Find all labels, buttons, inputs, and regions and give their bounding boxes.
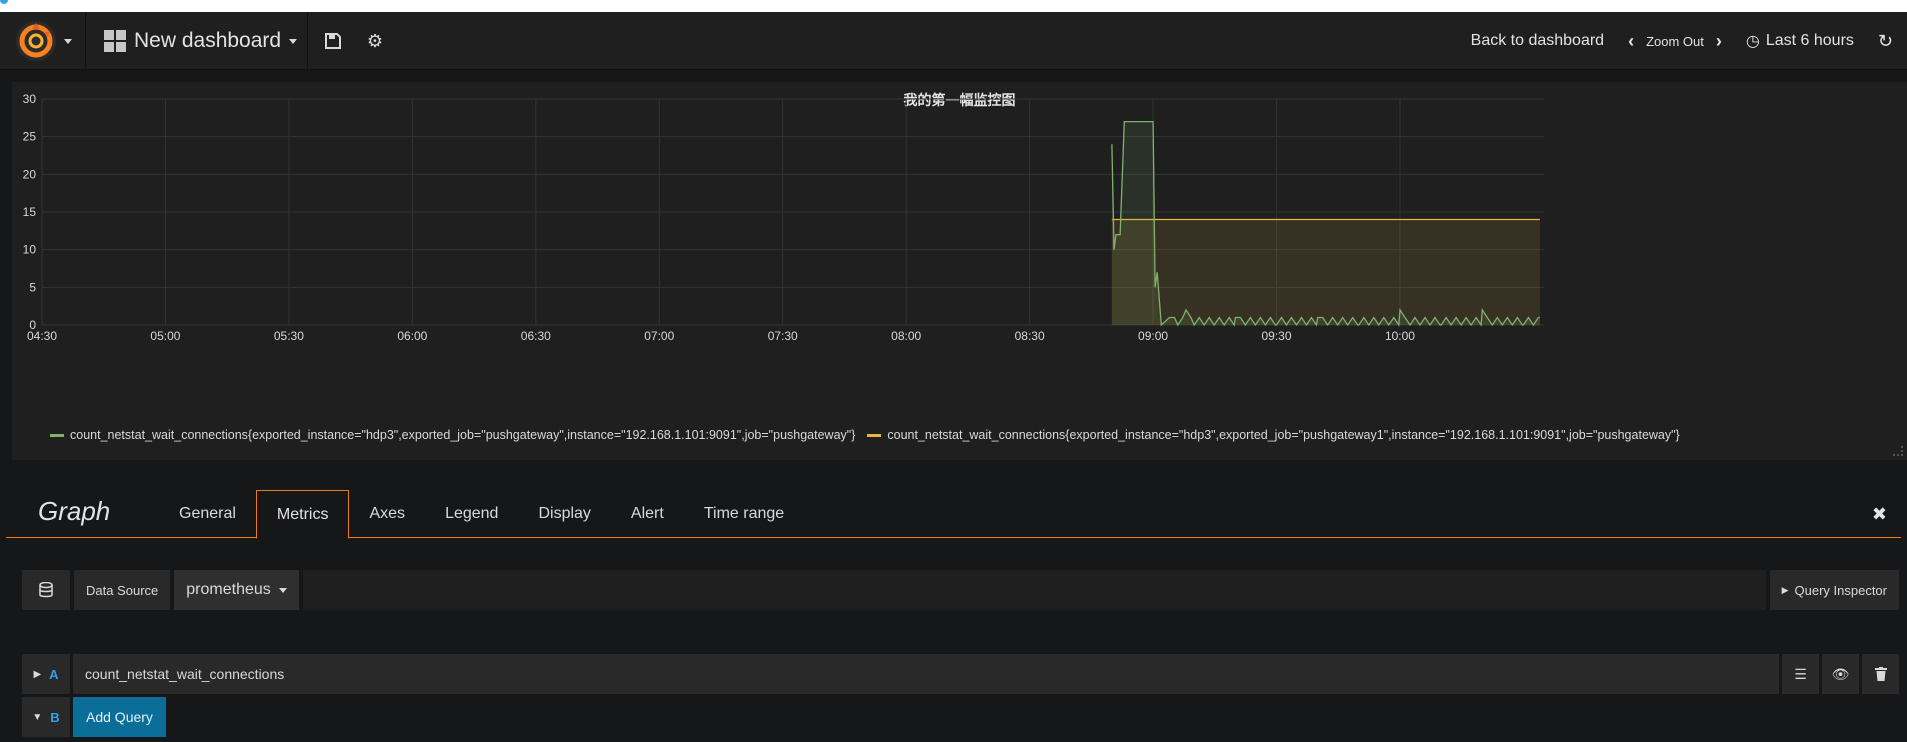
database-icon-box (22, 570, 70, 610)
tab-alert[interactable]: Alert (611, 490, 684, 538)
nav-right-controls: Back to dashboard ‹ Zoom Out › ◷ Last 6 … (1459, 12, 1907, 70)
query-inspector-button[interactable]: ▶ Query Inspector (1769, 570, 1899, 610)
legend-label: count_netstat_wait_connections{exported_… (887, 428, 1680, 442)
chevron-left-icon[interactable]: ‹ (1628, 31, 1634, 52)
legend-swatch (867, 433, 882, 437)
query-collapse-toggle[interactable]: ▶ A (22, 654, 70, 694)
x-tick-label: 07:30 (768, 329, 798, 343)
grafana-menu[interactable] (0, 12, 86, 70)
editor-title: Graph (38, 496, 111, 526)
query-row: ▶ A count_netstat_wait_connections ☰ 👁 (22, 654, 1899, 694)
y-tick-label: 5 (29, 280, 36, 294)
caret-right-icon: ▶ (33, 668, 42, 680)
back-label: Back to dashboard (1470, 32, 1605, 49)
query-menu-button[interactable]: ☰ (1782, 654, 1819, 694)
browser-top-edge (0, 0, 1907, 12)
caret-down-icon: ▼ (32, 711, 43, 723)
legend-item[interactable]: count_netstat_wait_connections{exported_… (867, 428, 1680, 442)
add-query-button[interactable]: Add Query (73, 697, 166, 737)
dashboard-title: New dashboard (134, 29, 282, 52)
graph-legend: count_netstat_wait_connections{exported_… (50, 428, 1680, 442)
close-editor-button[interactable]: ✖ (1872, 504, 1887, 525)
datasource-value: prometheus (186, 581, 271, 598)
tab-time-range[interactable]: Time range (684, 490, 804, 538)
editor-header: Graph General Metrics Axes Legend Display Ale… (6, 490, 1901, 539)
resize-handle[interactable] (1893, 446, 1903, 456)
indicator-dot (0, 0, 8, 4)
eye-icon: 👁 (1831, 665, 1850, 682)
refresh-icon: ↻ (1877, 30, 1893, 51)
save-icon (325, 33, 341, 49)
grafana-logo-icon (15, 21, 56, 61)
datasource-label: Data Source (74, 570, 171, 610)
x-tick-label: 07:00 (644, 329, 674, 343)
y-tick-label: 30 (23, 92, 37, 106)
trash-icon (1874, 667, 1887, 681)
x-tick-label: 04:30 (27, 329, 57, 343)
x-tick-label: 09:00 (1138, 329, 1168, 343)
dashboard-grid-icon (104, 30, 126, 52)
x-tick-label: 10:00 (1385, 329, 1415, 343)
query-toggle-visibility-button[interactable]: 👁 (1822, 654, 1859, 694)
database-icon (39, 582, 53, 598)
x-tick-label: 06:00 (397, 329, 427, 343)
save-button[interactable] (318, 26, 348, 56)
tab-general[interactable]: General (159, 490, 256, 538)
chevron-down-icon (278, 587, 287, 593)
zoom-out-button[interactable]: Zoom Out (1640, 34, 1710, 49)
x-tick-label: 09:30 (1262, 329, 1292, 343)
time-range-label: Last 6 hours (1765, 32, 1854, 49)
next-query-ref: ▼ B (22, 697, 70, 737)
query-expression[interactable]: count_netstat_wait_connections (73, 654, 1779, 694)
caret-right-icon: ▶ (1781, 584, 1789, 595)
graph-panel: 我的第一幅监控图 0 5 10 15 20 25 30 04:30 05:00 05:30 06:0… (12, 82, 1907, 460)
x-tick-label: 08:00 (891, 329, 921, 343)
add-query-row: ▼ B Add Query (22, 697, 166, 737)
next-ref-letter: B (50, 709, 60, 725)
y-tick-label: 10 (23, 243, 37, 257)
y-tick-label: 25 (23, 130, 37, 144)
refresh-button[interactable]: ↻ (1866, 31, 1907, 52)
x-tick-label: 06:30 (521, 329, 551, 343)
zoom-out-control: ‹ Zoom Out › (1616, 31, 1734, 52)
legend-item[interactable]: count_netstat_wait_connections{exported_… (50, 428, 855, 442)
datasource-row: Data Source prometheus ▶ Query Inspector (22, 570, 1899, 610)
tab-axes[interactable]: Axes (349, 490, 425, 538)
hamburger-icon: ☰ (1794, 665, 1807, 682)
dashboard-title-dropdown[interactable]: New dashboard (86, 12, 308, 70)
datasource-filler (302, 570, 1766, 610)
x-tick-label: 05:00 (150, 329, 180, 343)
query-delete-button[interactable] (1862, 654, 1899, 694)
tab-legend[interactable]: Legend (425, 490, 518, 538)
graph-canvas[interactable]: 05101520253004:30 05:00 05:30 06:00 06:30 07:… (12, 82, 1907, 422)
chevron-down-icon (63, 38, 72, 44)
legend-label: count_netstat_wait_connections{exported_… (70, 428, 856, 442)
query-ref-letter: A (49, 666, 59, 682)
clock-icon: ◷ (1745, 33, 1760, 50)
back-to-dashboard-link[interactable]: Back to dashboard (1459, 32, 1616, 50)
y-tick-label: 20 (23, 167, 37, 181)
chevron-right-icon[interactable]: › (1716, 31, 1722, 52)
x-tick-label: 05:30 (274, 329, 304, 343)
settings-button[interactable]: ⚙ (360, 26, 390, 56)
time-picker-button[interactable]: ◷ Last 6 hours (1734, 31, 1866, 51)
top-navbar: New dashboard ⚙ Back to dashboard ‹ Zoom… (0, 12, 1907, 70)
tab-display[interactable]: Display (518, 490, 610, 538)
tab-metrics[interactable]: Metrics (255, 490, 350, 539)
editor-tabs: General Metrics Axes Legend Display Alert Time… (159, 490, 804, 539)
x-tick-label: 08:30 (1015, 329, 1045, 343)
y-tick-label: 15 (23, 205, 37, 219)
close-icon: ✖ (1871, 504, 1887, 524)
gear-icon: ⚙ (366, 30, 384, 51)
legend-swatch (50, 433, 64, 437)
series-area (1111, 219, 1540, 325)
query-inspector-label: Query Inspector (1794, 582, 1888, 598)
datasource-select[interactable]: prometheus (174, 570, 299, 610)
chevron-down-icon (289, 38, 298, 44)
